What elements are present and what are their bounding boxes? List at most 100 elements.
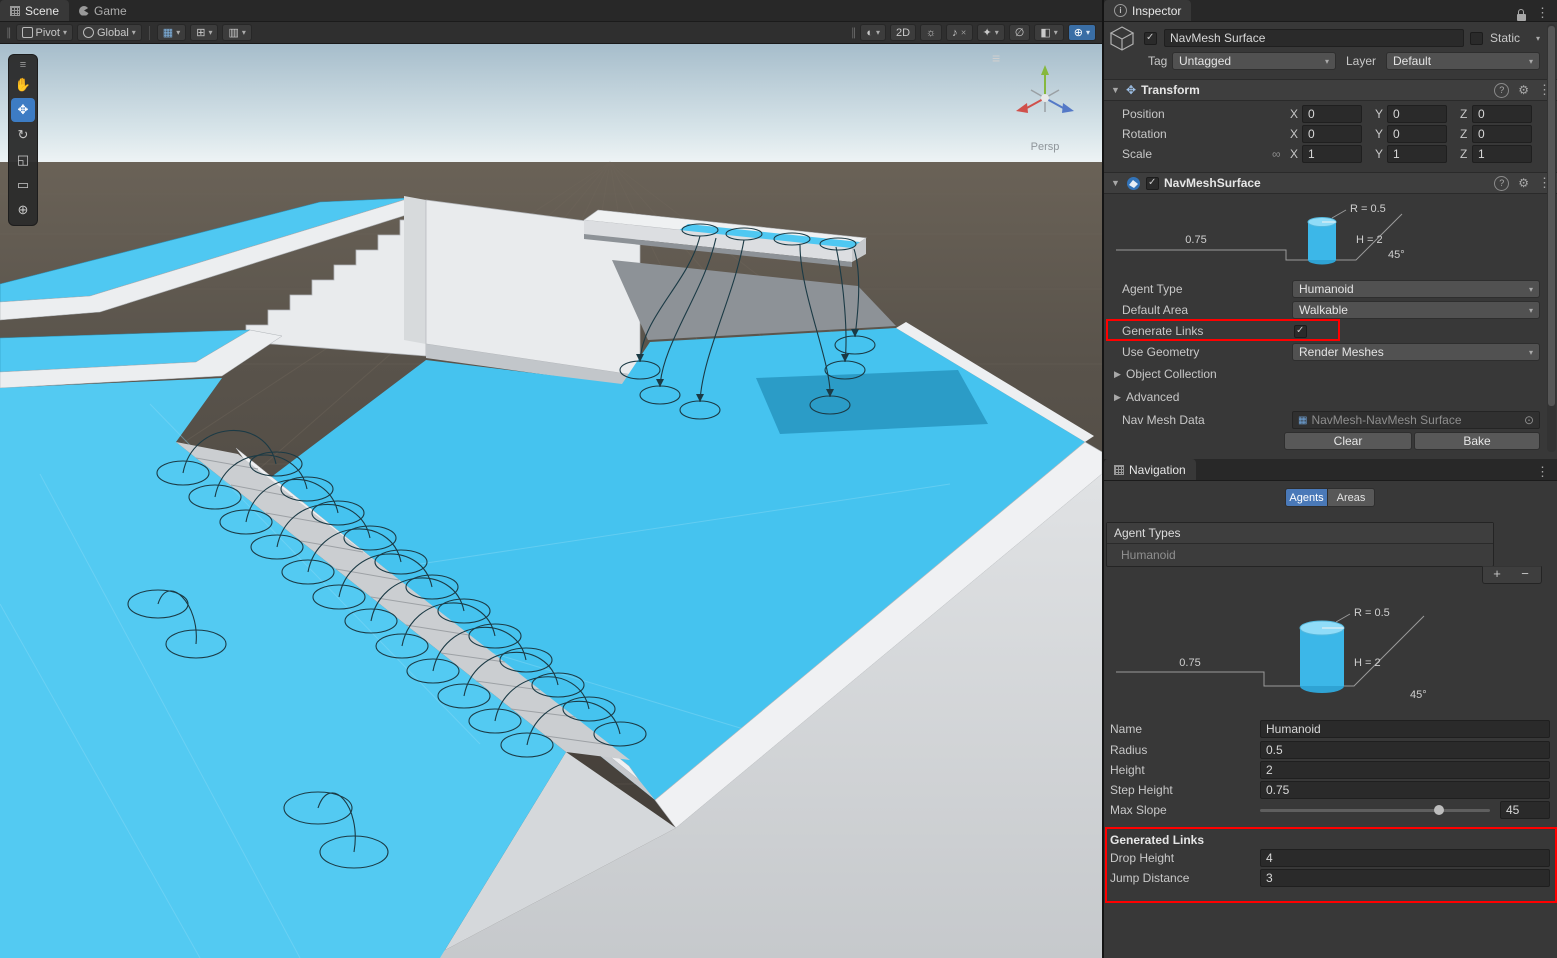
bridge-shadow: [756, 370, 988, 434]
component-enabled-checkbox[interactable]: [1146, 177, 1159, 190]
axis-y-label: Y: [1375, 107, 1383, 121]
constrain-proportions-icon[interactable]: ∞: [1272, 147, 1281, 161]
scene-viewport[interactable]: Persp: [0, 44, 1102, 958]
overlay-menu-icon[interactable]: ≡: [11, 58, 35, 72]
jump-distance-row: Jump Distance: [1104, 869, 1557, 887]
object-collection-foldout[interactable]: ▶ Object Collection: [1104, 365, 1557, 383]
kebab-menu-icon[interactable]: ⋮: [1536, 464, 1549, 480]
add-agent-button[interactable]: +: [1483, 567, 1511, 583]
name-label: Name: [1110, 722, 1142, 736]
use-geometry-row: Use Geometry Render Meshes ▾: [1104, 343, 1557, 361]
drop-height-field[interactable]: [1260, 849, 1550, 867]
generate-links-checkbox[interactable]: [1294, 325, 1307, 338]
caret-down-icon: ▾: [242, 28, 246, 37]
navmeshsurface-header[interactable]: ▼ NavMeshSurface ? ⚙ ⋮: [1104, 172, 1557, 194]
agent-type-item[interactable]: Humanoid: [1107, 544, 1493, 566]
scene-overlay-menu-icon[interactable]: ≡: [992, 50, 1000, 66]
tab-game[interactable]: Game: [69, 0, 137, 21]
tab-inspector[interactable]: i Inspector: [1104, 0, 1191, 21]
use-geometry-dropdown[interactable]: Render Meshes ▾: [1292, 343, 1540, 361]
rotation-z-field[interactable]: [1472, 125, 1532, 143]
move-tool[interactable]: ✥: [11, 98, 35, 122]
snap-button[interactable]: ⊞ ▾: [190, 24, 218, 41]
clear-button[interactable]: Clear: [1284, 432, 1412, 450]
axis-x-label: X: [1290, 127, 1298, 141]
areas-tab[interactable]: Areas: [1327, 488, 1375, 507]
agent-type-dropdown[interactable]: Humanoid ▾: [1292, 280, 1540, 298]
position-y-field[interactable]: [1387, 105, 1447, 123]
2d-toggle[interactable]: 2D: [890, 24, 916, 41]
help-icon[interactable]: ?: [1494, 176, 1509, 191]
nav-mesh-data-field[interactable]: ▦ NavMesh-NavMesh Surface ⊙: [1292, 411, 1540, 429]
toolbar-drag-handle[interactable]: ∥: [6, 26, 12, 39]
navmeshsurface-icon: [1126, 176, 1141, 191]
rotation-label: Rotation: [1122, 127, 1167, 141]
gizmos-dropdown[interactable]: ⊕ ▾: [1068, 24, 1096, 41]
measure-button[interactable]: ▥ ▾: [222, 24, 251, 41]
inspector-scrollbar[interactable]: [1547, 24, 1556, 452]
step-height-field[interactable]: [1260, 781, 1550, 799]
default-area-dropdown[interactable]: Walkable ▾: [1292, 301, 1540, 319]
layer-dropdown[interactable]: Default ▾: [1386, 52, 1540, 70]
transform-header[interactable]: ▼ ✥ Transform ? ⚙ ⋮: [1104, 79, 1557, 101]
view-tool[interactable]: ✋: [11, 73, 35, 97]
foldout-icon[interactable]: ▼: [1110, 178, 1121, 188]
max-slope-slider-thumb[interactable]: [1434, 805, 1444, 815]
agents-tab[interactable]: Agents: [1285, 488, 1328, 507]
hidden-objects-toggle[interactable]: ∅: [1009, 24, 1031, 41]
rotation-y-field[interactable]: [1387, 125, 1447, 143]
rotation-x-field[interactable]: [1302, 125, 1362, 143]
scene-audio-toggle[interactable]: ♪✕: [946, 24, 972, 41]
scale-tool[interactable]: ◱: [11, 148, 35, 172]
name-field[interactable]: [1260, 720, 1550, 738]
camera-settings-dropdown[interactable]: ◧ ▾: [1034, 24, 1063, 41]
scale-z-field[interactable]: [1472, 145, 1532, 163]
effects-icon: ✦: [983, 26, 992, 39]
preset-icon[interactable]: ⚙: [1518, 176, 1529, 190]
scene-lighting-toggle[interactable]: ☼: [920, 24, 942, 41]
rotate-tool[interactable]: ↻: [11, 123, 35, 147]
kebab-menu-icon[interactable]: ⋮: [1536, 5, 1549, 21]
ruler-icon: ▥: [228, 26, 238, 39]
static-caret-icon[interactable]: ▾: [1536, 34, 1540, 43]
jump-distance-field[interactable]: [1260, 869, 1550, 887]
scale-y-field[interactable]: [1387, 145, 1447, 163]
advanced-foldout[interactable]: ▶ Advanced: [1104, 388, 1557, 406]
object-picker-icon[interactable]: ⊙: [1524, 413, 1534, 427]
scale-x-field[interactable]: [1302, 145, 1362, 163]
remove-agent-button[interactable]: −: [1511, 567, 1539, 583]
max-slope-label: Max Slope: [1110, 803, 1167, 817]
global-dropdown[interactable]: Global ▾: [77, 24, 142, 41]
light-icon: ☼: [926, 27, 936, 39]
caret-down-icon: ▾: [1086, 28, 1090, 37]
tab-navigation[interactable]: Navigation: [1104, 459, 1196, 480]
gameobject-active-checkbox[interactable]: [1144, 32, 1157, 45]
radius-field[interactable]: [1260, 741, 1550, 759]
transform-tool[interactable]: ⊕: [11, 198, 35, 222]
max-slope-field[interactable]: [1500, 801, 1550, 819]
foldout-icon[interactable]: ▼: [1110, 85, 1121, 95]
effects-dropdown[interactable]: ✦ ▾: [977, 24, 1005, 41]
tab-scene[interactable]: Scene: [0, 0, 69, 21]
gameobject-name-field[interactable]: [1164, 29, 1464, 47]
lock-icon[interactable]: [1517, 14, 1526, 21]
draw-mode-dropdown[interactable]: ◐ ▾: [860, 24, 886, 41]
tag-dropdown[interactable]: Untagged ▾: [1172, 52, 1336, 70]
inspector-panel: i Inspector ⋮ Static ▾ Tag Untagged: [1102, 0, 1557, 958]
grid-visibility-button[interactable]: ▦ ▾: [157, 24, 186, 41]
projection-label[interactable]: Persp: [1031, 141, 1060, 153]
rect-tool[interactable]: ▭: [11, 173, 35, 197]
drop-height-row: Drop Height: [1104, 849, 1557, 867]
static-checkbox[interactable]: [1470, 32, 1483, 45]
position-x-field[interactable]: [1302, 105, 1362, 123]
drop-height-label: Drop Height: [1110, 851, 1174, 865]
sky: [0, 44, 1102, 166]
help-icon[interactable]: ?: [1494, 83, 1509, 98]
height-label: Height: [1110, 763, 1145, 777]
max-slope-slider[interactable]: [1260, 809, 1490, 812]
bake-button[interactable]: Bake: [1414, 432, 1540, 450]
position-z-field[interactable]: [1472, 105, 1532, 123]
height-field[interactable]: [1260, 761, 1550, 779]
preset-icon[interactable]: ⚙: [1518, 83, 1529, 97]
pivot-dropdown[interactable]: Pivot ▾: [16, 24, 73, 41]
